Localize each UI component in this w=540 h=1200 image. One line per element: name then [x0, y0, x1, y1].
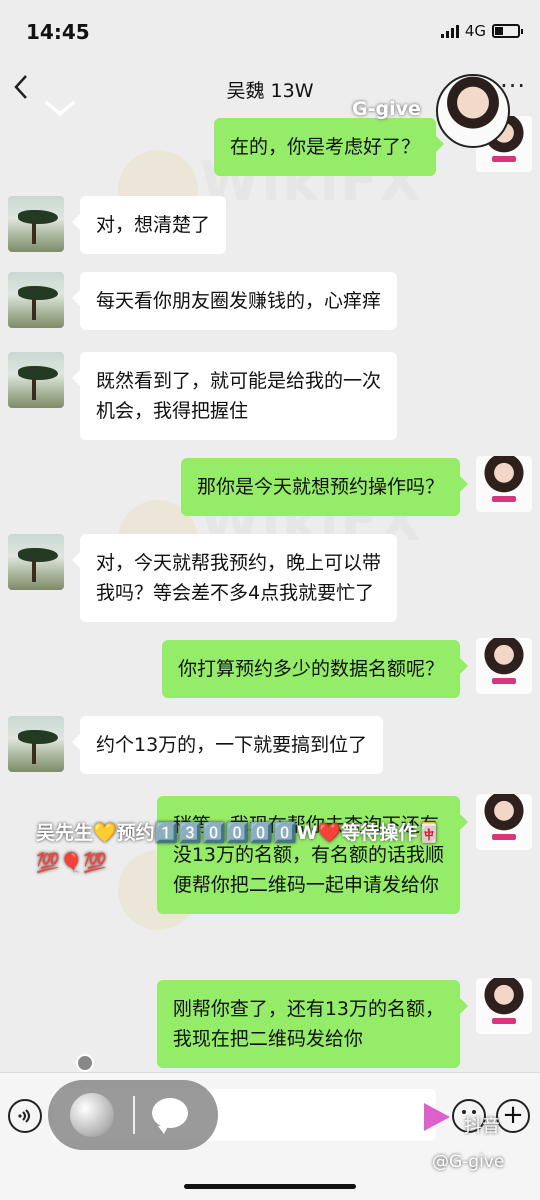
signal-icon	[440, 24, 459, 38]
message-text: 对，想清楚了	[96, 214, 211, 236]
message-bubble-in[interactable]: 对，想清楚了	[71, 196, 227, 254]
message-text: 你打算预约多少的数据名额呢？	[177, 658, 444, 680]
voice-icon	[18, 1109, 30, 1123]
home-indicator[interactable]	[184, 1184, 356, 1189]
chat-history[interactable]: 在的，你是考虑好了？ 对，想清楚了 每天看你朋友圈发赚钱的，心痒痒 既然看到了，…	[0, 116, 540, 1072]
message-bubble-out[interactable]: 在的，你是考虑好了？	[213, 118, 445, 176]
message-line: 我吗？等会差不多4点我就要忙了	[96, 582, 375, 604]
message-line: 既然看到了，就可能是给我的一次	[96, 370, 382, 392]
message-text: 约个13万的，一下就要搞到位了	[96, 734, 368, 756]
message-text: 每天看你朋友圈发赚钱的，心痒痒	[96, 290, 382, 312]
floating-widget[interactable]	[48, 1080, 218, 1150]
message-bubble-in[interactable]: 既然看到了，就可能是给我的一次 机会，我得把握住	[71, 352, 398, 440]
message-line: 刚帮你查了，还有13万的名额，	[172, 998, 444, 1020]
contact-avatar[interactable]	[8, 716, 64, 772]
assistive-ball-icon[interactable]	[70, 1093, 114, 1137]
status-time: 14:45	[26, 20, 90, 44]
network-label: 4G	[464, 22, 486, 40]
self-avatar[interactable]	[476, 638, 532, 694]
contact-avatar[interactable]	[8, 352, 64, 408]
overlay-watermark: G-give	[352, 98, 421, 120]
message-bubble-out[interactable]: 刚帮你查了，还有13万的名额， 我现在把二维码发给你	[156, 980, 469, 1068]
message-bubble-out[interactable]: 你打算预约多少的数据名额呢？	[161, 640, 469, 698]
status-icon	[76, 1054, 94, 1072]
divider	[133, 1096, 135, 1134]
message-line: 我现在把二维码发给你	[172, 1028, 363, 1050]
message-line: 对，今天就帮我预约，晚上可以带	[96, 552, 382, 574]
voice-toggle-button[interactable]	[8, 1099, 42, 1133]
contact-avatar[interactable]	[8, 196, 64, 252]
video-icon	[424, 1103, 450, 1131]
contact-avatar[interactable]	[8, 534, 64, 590]
overlay-avatar	[436, 74, 510, 148]
message-bubble-in[interactable]: 约个13万的，一下就要搞到位了	[71, 716, 384, 774]
message-bubble-out[interactable]: 那你是今天就想预约操作吗？	[180, 458, 469, 516]
battery-level	[495, 27, 504, 35]
battery-icon	[492, 24, 523, 38]
overlay-banner: 吴先生💛预约1️⃣3️⃣0️⃣0️⃣0️⃣0️⃣W❤️等待操作🀄 💯🎈💯	[36, 818, 496, 878]
corner-watermark: @G-give	[432, 1152, 505, 1172]
plus-button[interactable]: +	[496, 1099, 530, 1133]
overlay-app-label: 抖音	[464, 1116, 500, 1137]
chat-bubble-icon[interactable]	[152, 1098, 188, 1134]
self-avatar[interactable]	[476, 456, 532, 512]
message-line: 机会，我得把握住	[96, 400, 249, 422]
message-text: 那你是今天就想预约操作吗？	[196, 476, 444, 498]
message-bubble-in[interactable]: 对，今天就帮我预约，晚上可以带 我吗？等会差不多4点我就要忙了	[71, 534, 398, 622]
message-bubble-in[interactable]: 每天看你朋友圈发赚钱的，心痒痒	[71, 272, 398, 330]
self-avatar[interactable]	[476, 978, 532, 1034]
status-indicators: 4G	[440, 22, 523, 40]
contact-avatar[interactable]	[8, 272, 64, 328]
banner-line: 💯🎈💯	[36, 852, 107, 874]
status-bar: 14:45 4G	[0, 0, 540, 60]
message-text: 在的，你是考虑好了？	[229, 136, 420, 158]
chevron-down-icon[interactable]	[42, 98, 78, 118]
banner-line: 吴先生💛预约1️⃣3️⃣0️⃣0️⃣0️⃣0️⃣W❤️等待操作🀄	[36, 822, 441, 844]
